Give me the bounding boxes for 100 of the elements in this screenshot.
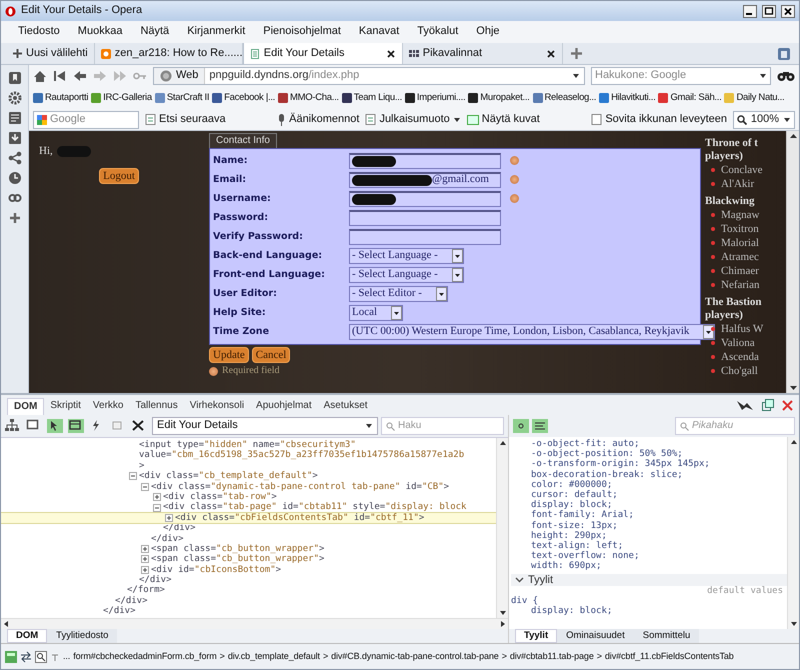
bookmark-link[interactable]: StarCraft II (154, 92, 210, 104)
swap-icon[interactable] (20, 650, 32, 662)
breadcrumb-link[interactable]: form#cbcheckedadminForm.cb_form (73, 651, 217, 662)
devtools-tab[interactable]: Virhekonsoli (184, 398, 250, 415)
plus-icon[interactable] (8, 211, 22, 225)
scrollbar[interactable] (787, 437, 799, 629)
raid-link[interactable]: Toxitron (721, 222, 759, 236)
voice-commands-button[interactable]: Äänikomennot (277, 112, 360, 126)
devtools-tab[interactable]: Skriptit (44, 398, 87, 415)
fit-width-button[interactable]: Sovita ikkunan leveyteen (591, 112, 727, 126)
select-field[interactable]: - Select Language - (349, 266, 464, 282)
devtools-tab[interactable]: DOM (7, 398, 44, 415)
caret-icon[interactable] (759, 72, 767, 80)
panel-tab[interactable]: Tyylit (515, 629, 558, 643)
breadcrumb-link[interactable]: div#cbtab11.tab-page (510, 651, 594, 662)
panel-tab[interactable]: Sommittelu (634, 629, 700, 643)
expand-icon[interactable] (141, 555, 149, 564)
raid-link[interactable]: Magnaw (721, 208, 760, 222)
gear-icon[interactable] (8, 91, 22, 105)
menu-item[interactable]: Työkalut (408, 25, 468, 39)
menu-item[interactable]: Kanavat (350, 25, 408, 39)
zoom-select[interactable]: 100% (733, 110, 795, 128)
logout-button[interactable]: Logout (99, 168, 139, 184)
panel-tab[interactable]: Ominaisuudet (557, 629, 634, 643)
close-icon[interactable] (781, 4, 795, 18)
raid-link[interactable]: Malorial (721, 236, 759, 250)
caret-icon[interactable] (572, 72, 580, 80)
window-icon[interactable] (762, 399, 774, 411)
expand-icon[interactable] (141, 545, 149, 554)
style-button[interactable]: Julkaisumuoto (365, 112, 461, 126)
expand-icon[interactable] (165, 514, 173, 522)
raid-link[interactable]: Cho'gall (721, 364, 758, 378)
raid-link[interactable]: Halfus W (721, 322, 764, 336)
bookmark-link[interactable]: Daily Natu... (724, 92, 784, 104)
close-icon[interactable] (386, 48, 396, 58)
raid-link[interactable]: Conclave (721, 163, 763, 177)
menu-item[interactable]: Pienoisohjelmat (254, 25, 350, 39)
horizontal-scrollbar[interactable] (1, 618, 508, 629)
close-icon[interactable] (546, 48, 556, 58)
menu-item[interactable]: Ohje (467, 25, 509, 39)
link-icon[interactable] (8, 191, 22, 205)
minimize-icon[interactable] (743, 4, 757, 18)
layout-icon[interactable] (68, 419, 84, 433)
section-header[interactable]: Tyylit (511, 574, 787, 586)
bookmark-link[interactable]: Facebook |... (212, 92, 276, 104)
expand-icon[interactable] (141, 566, 149, 574)
browser-tab[interactable]: Pikavalinnat (402, 43, 563, 64)
panel-tab[interactable]: Tyylitiedosto (47, 629, 118, 643)
input-field[interactable] (349, 152, 501, 168)
raid-link[interactable]: Atramec (721, 250, 759, 264)
select-field[interactable]: - Select Editor - (349, 286, 448, 302)
menu-item[interactable]: Näytä (131, 25, 178, 39)
devtools-tab[interactable]: Verkko (86, 398, 130, 415)
select-field[interactable]: Local (349, 304, 404, 320)
home-icon[interactable] (33, 70, 47, 82)
bookmark-link[interactable]: Muropaket... (468, 92, 530, 104)
bookmark-link[interactable]: Rautaportti (33, 92, 88, 104)
devtools-tab[interactable]: Apuohjelmat (250, 398, 318, 415)
breadcrumb-link[interactable]: div#CB.dynamic-tab-pane-control.tab-pane (331, 651, 499, 662)
menu-item[interactable]: Tiedosto (9, 25, 69, 39)
tree-icon[interactable] (5, 419, 21, 433)
select-field[interactable]: - Select Language - (349, 248, 464, 264)
download-icon[interactable] (8, 131, 22, 145)
raid-link[interactable]: Ascenda (721, 350, 759, 364)
toggle-icon[interactable] (513, 419, 529, 433)
bookmark-link[interactable]: Team Liqu... (342, 92, 402, 104)
collapse-icon[interactable] (153, 504, 161, 512)
panel-tab[interactable]: DOM (7, 629, 48, 643)
new-tab-button[interactable]: Uusi välilehti (7, 43, 95, 64)
bookmark-link[interactable]: Gmail: Säh... (658, 92, 722, 104)
raid-link[interactable]: Chimaer (721, 264, 759, 278)
breadcrumb-link[interactable]: div#cbtf_11.cbFieldsContentsTab (604, 651, 734, 662)
input-field[interactable] (349, 228, 501, 244)
find-next-button[interactable]: Etsi seuraava (145, 112, 226, 126)
bookmark-link[interactable]: IRC-Galleria (91, 92, 152, 104)
search-field[interactable]: Hakukone: Google (591, 67, 771, 85)
scrollbar[interactable] (496, 438, 508, 618)
breadcrumb-link[interactable]: div.cb_template_default (228, 651, 320, 662)
inspect-icon[interactable] (35, 650, 47, 662)
raid-link[interactable]: Valiona (721, 336, 755, 350)
select-field[interactable]: (UTC 00:00) Western Europe Time, London, Lisbon, Casablanca, Reykjavik (349, 324, 716, 340)
raid-link[interactable]: Nefarian (721, 278, 760, 292)
input-field[interactable] (349, 210, 501, 226)
menu-item[interactable]: Kirjanmerkit (178, 25, 254, 39)
form-button[interactable]: Cancel (252, 347, 290, 363)
bookmark-link[interactable]: Releaselog... (532, 92, 596, 104)
rewind-icon[interactable] (53, 70, 67, 82)
back-icon[interactable] (73, 70, 87, 82)
list-icon[interactable] (532, 419, 548, 433)
expand-icon[interactable] (153, 493, 161, 502)
input-field[interactable] (349, 190, 501, 206)
search-field[interactable]: Google (33, 110, 139, 128)
maximize-icon[interactable] (762, 4, 776, 18)
binoculars-icon[interactable] (777, 70, 795, 82)
input-field[interactable]: @gmail.com (349, 172, 501, 188)
history-icon[interactable] (8, 171, 22, 185)
add-tab-icon[interactable] (570, 48, 582, 59)
bookmark-link[interactable]: Hilavitkuti... (599, 92, 656, 104)
collapse-icon[interactable] (129, 472, 137, 480)
form-button[interactable]: Update (209, 347, 249, 363)
